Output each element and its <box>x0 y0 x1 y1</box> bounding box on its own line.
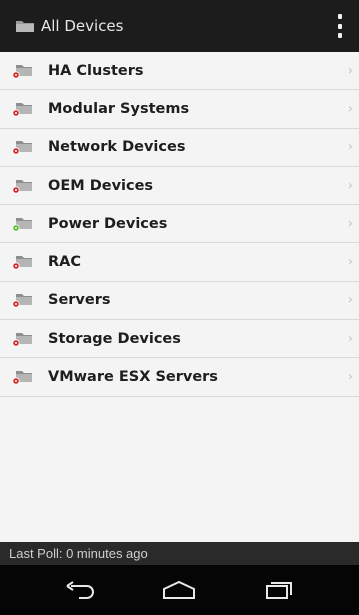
device-group-label: VMware ESX Servers <box>48 369 218 386</box>
device-folder-status-icon <box>12 141 32 155</box>
chevron-right-icon: › <box>347 178 353 194</box>
last-poll-status: Last Poll: 0 minutes ago <box>0 542 359 565</box>
app-bar: All Devices <box>0 0 359 52</box>
chevron-right-icon: › <box>347 331 353 347</box>
recent-apps-button[interactable] <box>254 570 304 610</box>
device-folder-status-icon <box>12 256 32 270</box>
device-group-row[interactable]: Network Devices › <box>0 129 359 167</box>
device-group-label: OEM Devices <box>48 177 154 194</box>
back-button[interactable] <box>55 570 105 610</box>
last-poll-text: Last Poll: 0 minutes ago <box>9 546 148 561</box>
device-group-row[interactable]: HA Clusters › <box>0 52 359 91</box>
home-button[interactable] <box>154 570 204 610</box>
page-title: All Devices <box>41 17 124 35</box>
device-group-row[interactable]: Power Devices › <box>0 205 359 244</box>
device-group-row[interactable]: OEM Devices › <box>0 167 359 206</box>
chevron-right-icon: › <box>347 139 353 155</box>
device-group-row[interactable]: VMware ESX Servers › <box>0 358 359 397</box>
device-group-label: Modular Systems <box>48 100 190 117</box>
device-group-list: HA Clusters › Modular Systems › Network Devi… <box>0 52 359 542</box>
folder-icon <box>16 21 34 32</box>
device-group-row[interactable]: Servers › <box>0 282 359 321</box>
chevron-right-icon: › <box>347 216 353 232</box>
device-group-row[interactable]: Storage Devices › <box>0 320 359 359</box>
home-icon <box>163 580 196 599</box>
chevron-right-icon: › <box>347 369 353 385</box>
chevron-right-icon: › <box>347 101 353 117</box>
device-group-label: Power Devices <box>48 215 168 232</box>
device-group-label: Network Devices <box>48 139 186 156</box>
device-group-label: Storage Devices <box>48 330 181 347</box>
device-folder-status-icon <box>12 64 32 79</box>
back-icon <box>66 581 94 599</box>
device-group-label: Servers <box>48 292 111 309</box>
overflow-menu-icon[interactable] <box>335 14 345 38</box>
system-nav-bar <box>0 565 359 615</box>
chevron-right-icon: › <box>347 292 353 308</box>
recent-apps-icon <box>266 582 293 599</box>
device-folder-status-icon <box>12 371 32 385</box>
chevron-right-icon: › <box>347 63 353 79</box>
device-group-label: RAC <box>48 254 82 271</box>
device-group-row[interactable]: Modular Systems › <box>0 90 359 129</box>
device-folder-status-icon <box>12 179 32 194</box>
device-group-row[interactable]: RAC › <box>0 243 359 282</box>
device-folder-status-icon <box>12 102 32 117</box>
device-group-label: HA Clusters <box>48 62 144 79</box>
device-folder-status-icon <box>12 217 32 232</box>
chevron-right-icon: › <box>347 254 353 270</box>
device-folder-status-icon <box>12 294 32 309</box>
device-folder-status-icon <box>12 332 32 347</box>
